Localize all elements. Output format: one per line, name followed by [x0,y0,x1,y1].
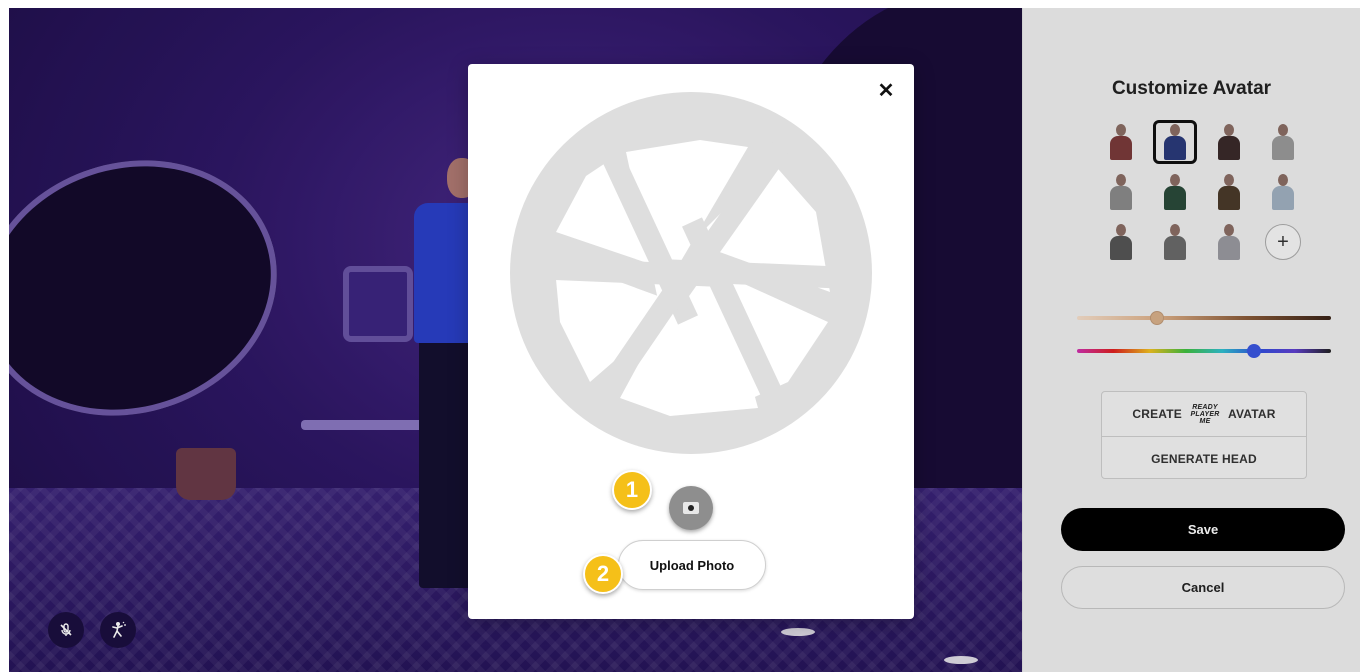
close-icon: ✕ [877,79,895,102]
upload-photo-modal: ✕ Upload Photo [468,64,914,619]
camera-icon [683,502,699,514]
aperture-icon [510,92,872,454]
upload-photo-button[interactable]: Upload Photo [618,540,766,590]
camera-button[interactable] [669,486,713,530]
step-badge-1: 1 [612,470,652,510]
close-button[interactable]: ✕ [874,78,898,102]
step-badge-2: 2 [583,554,623,594]
